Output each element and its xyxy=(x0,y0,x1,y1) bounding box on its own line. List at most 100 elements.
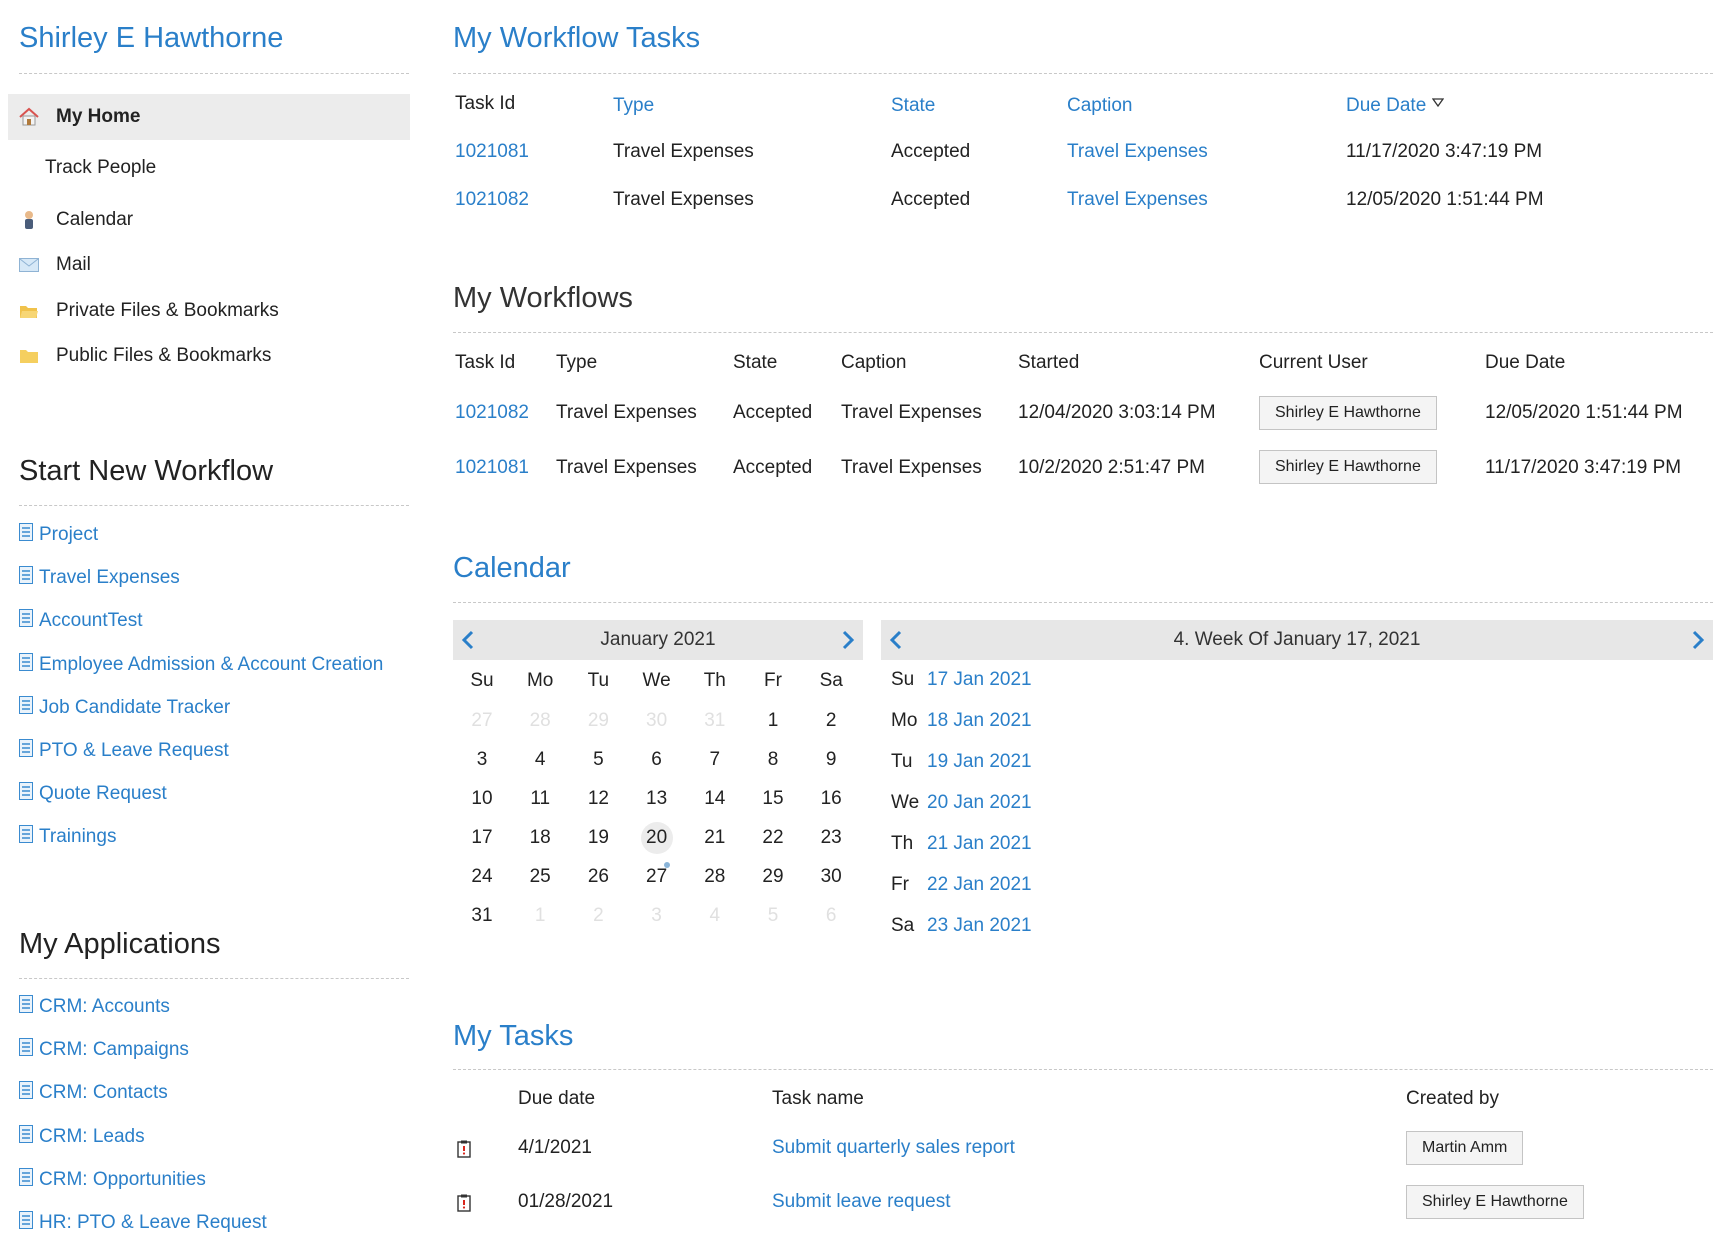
calendar-day[interactable]: 27 xyxy=(458,706,506,736)
calendar-day[interactable]: 10 xyxy=(458,784,506,814)
start-workflow-link[interactable]: Quote Request xyxy=(19,779,167,809)
calendar-day[interactable]: 5 xyxy=(574,745,622,775)
calendar-day[interactable]: 14 xyxy=(691,784,739,814)
divider xyxy=(453,332,1713,333)
task-id-link[interactable]: 1021082 xyxy=(455,189,529,211)
calendar-day[interactable]: 1 xyxy=(516,901,564,931)
calendar-day[interactable]: 30 xyxy=(633,706,681,736)
calendar-day[interactable]: 31 xyxy=(691,706,739,736)
nav-private-files[interactable]: Private Files & Bookmarks xyxy=(8,288,410,334)
calendar-day[interactable]: 8 xyxy=(749,745,797,775)
week-day-name: We xyxy=(891,792,920,813)
calendar-day[interactable]: 1 xyxy=(749,706,797,736)
created-by-button[interactable]: Shirley E Hawthorne xyxy=(1406,1185,1584,1219)
calendar-day[interactable]: 2 xyxy=(807,706,855,736)
start-workflow-link[interactable]: Trainings xyxy=(19,822,116,852)
form-icon xyxy=(19,739,33,763)
week-day-date-link[interactable]: 17 Jan 2021 xyxy=(927,669,1032,691)
form-icon xyxy=(19,1124,33,1149)
calendar-day[interactable]: 3 xyxy=(458,745,506,775)
current-user-button[interactable]: Shirley E Hawthorne xyxy=(1259,396,1437,430)
calendar-day[interactable]: 4 xyxy=(691,901,739,931)
calendar-day[interactable]: 21 xyxy=(691,823,739,853)
my-tasks-title: My Tasks xyxy=(453,1020,574,1052)
calendar-day[interactable]: 28 xyxy=(516,706,564,736)
application-link[interactable]: CRM: Accounts xyxy=(19,992,170,1022)
week-day-row: We 20 Jan 2021 xyxy=(891,788,1032,818)
calendar-day[interactable]: 24 xyxy=(458,862,506,892)
calendar-day[interactable]: 6 xyxy=(807,901,855,931)
application-link[interactable]: HR: PTO & Leave Request xyxy=(19,1208,267,1238)
application-link[interactable]: CRM: Campaigns xyxy=(19,1035,189,1065)
start-workflow-link[interactable]: AccountTest xyxy=(19,606,143,636)
calendar-day[interactable]: 5 xyxy=(749,901,797,931)
prev-week-chevron-icon[interactable] xyxy=(885,628,909,652)
col-header-caption[interactable]: Caption xyxy=(1067,95,1133,117)
calendar-day[interactable]: 29 xyxy=(574,706,622,736)
col-header-due-date[interactable]: Due Date xyxy=(1346,95,1444,117)
start-workflow-link[interactable]: Travel Expenses xyxy=(19,563,180,593)
calendar-day[interactable]: 3 xyxy=(633,901,681,931)
prev-month-chevron-icon[interactable] xyxy=(457,628,481,652)
task-name-link[interactable]: Submit quarterly sales report xyxy=(772,1137,1015,1159)
calendar-day[interactable]: 6 xyxy=(633,745,681,775)
divider xyxy=(19,505,409,506)
form-icon xyxy=(19,995,33,1019)
nav-calendar[interactable]: Calendar xyxy=(8,197,410,243)
start-workflow-link[interactable]: PTO & Leave Request xyxy=(19,736,229,766)
calendar-day[interactable]: 19 xyxy=(574,823,622,853)
workflow-id-link[interactable]: 1021082 xyxy=(455,402,529,424)
calendar-day[interactable]: 12 xyxy=(574,784,622,814)
calendar-day[interactable]: 4 xyxy=(516,745,564,775)
calendar-day[interactable]: 25 xyxy=(516,862,564,892)
nav-public-files[interactable]: Public Files & Bookmarks xyxy=(8,333,410,379)
calendar-day[interactable]: 18 xyxy=(516,823,564,853)
calendar-day[interactable]: 16 xyxy=(807,784,855,814)
created-by-button[interactable]: Martin Amm xyxy=(1406,1131,1524,1165)
next-month-chevron-icon[interactable] xyxy=(835,628,859,652)
calendar-day[interactable]: 11 xyxy=(516,784,564,814)
calendar-day[interactable]: 23 xyxy=(807,823,855,853)
calendar-day[interactable]: 22 xyxy=(749,823,797,853)
week-day-date-link[interactable]: 20 Jan 2021 xyxy=(927,792,1032,814)
week-day-date-link[interactable]: 19 Jan 2021 xyxy=(927,751,1032,773)
calendar-day[interactable]: 9 xyxy=(807,745,855,775)
calendar-day[interactable]: 31 xyxy=(458,901,506,931)
calendar-day[interactable]: 28 xyxy=(691,862,739,892)
week-day-date-link[interactable]: 22 Jan 2021 xyxy=(927,874,1032,896)
week-day-date-link[interactable]: 23 Jan 2021 xyxy=(927,915,1032,937)
form-icon xyxy=(19,695,33,720)
start-workflow-link[interactable]: Employee Admission & Account Creation xyxy=(19,650,383,680)
task-caption-link[interactable]: Travel Expenses xyxy=(1067,189,1208,211)
week-day-date-link[interactable]: 21 Jan 2021 xyxy=(927,833,1032,855)
event-marker xyxy=(663,862,670,868)
col-header-type[interactable]: Type xyxy=(613,95,654,117)
current-user-button[interactable]: Shirley E Hawthorne xyxy=(1259,450,1437,484)
application-link[interactable]: CRM: Leads xyxy=(19,1122,145,1152)
next-week-chevron-icon[interactable] xyxy=(1685,628,1709,652)
calendar-day[interactable]: 15 xyxy=(749,784,797,814)
calendar-day[interactable]: 20 xyxy=(640,822,673,854)
calendar-day[interactable]: 26 xyxy=(574,862,622,892)
calendar-day[interactable]: 29 xyxy=(749,862,797,892)
calendar-day[interactable]: 7 xyxy=(691,745,739,775)
task-caption-link[interactable]: Travel Expenses xyxy=(1067,141,1208,163)
task-id-link[interactable]: 1021081 xyxy=(455,141,529,163)
application-link[interactable]: CRM: Opportunities xyxy=(19,1165,206,1195)
nav-mail[interactable]: Mail xyxy=(8,242,410,288)
calendar-day[interactable]: 2 xyxy=(574,901,622,931)
calendar-day[interactable]: 13 xyxy=(633,784,681,814)
task-name-link[interactable]: Submit leave request xyxy=(772,1191,951,1213)
calendar-day[interactable]: 17 xyxy=(458,823,506,853)
user-name[interactable]: Shirley E Hawthorne xyxy=(19,22,283,55)
calendar-day[interactable]: 27 xyxy=(633,862,681,892)
nav-track-people[interactable]: Track People xyxy=(8,145,410,191)
application-link[interactable]: CRM: Contacts xyxy=(19,1078,168,1108)
workflow-id-link[interactable]: 1021081 xyxy=(455,457,529,479)
col-header-state[interactable]: State xyxy=(891,95,935,117)
calendar-day[interactable]: 30 xyxy=(807,862,855,892)
week-day-date-link[interactable]: 18 Jan 2021 xyxy=(927,710,1032,732)
start-workflow-link[interactable]: Job Candidate Tracker xyxy=(19,693,230,723)
nav-my-home[interactable]: My Home xyxy=(8,94,410,140)
start-workflow-link[interactable]: Project xyxy=(19,520,98,550)
